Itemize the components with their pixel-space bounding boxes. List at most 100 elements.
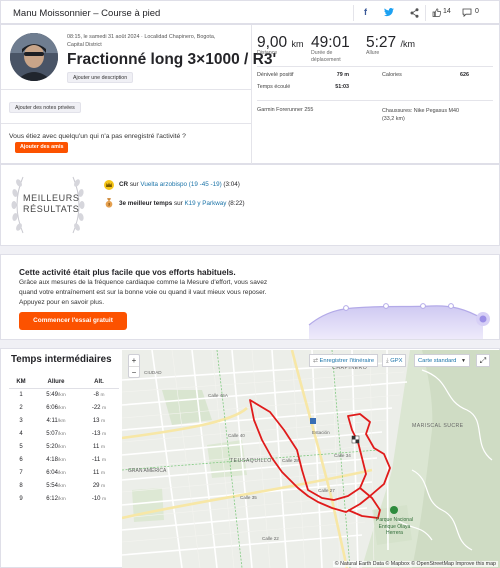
map-label: Calle 35 (240, 495, 257, 500)
splits-title: Temps intermédiaires (11, 354, 112, 365)
split-row: 7 6:04/km 11 m (9, 466, 119, 479)
activity-date-location: 08:15, le samedi 31 août 2024 · Localida… (67, 34, 216, 40)
divider (251, 25, 252, 164)
segment-link[interactable]: Vuelta arzobispo (19 -45 -19) (140, 181, 221, 188)
gpx-button[interactable]: ⤓ GPX (382, 354, 407, 367)
split-elevation: -22 m (91, 404, 107, 411)
distance-unit: km (291, 39, 304, 49)
split-km: 6 (19, 456, 23, 463)
route-icon: ⇄ (313, 358, 318, 364)
map-label: Calle 28 (282, 458, 299, 463)
divider (257, 66, 493, 67)
facebook-icon[interactable]: f (364, 7, 367, 17)
zoom-in-button[interactable]: + (129, 355, 139, 367)
add-private-notes-button[interactable]: Ajouter des notes privées (9, 102, 81, 113)
map-label: MARISCAL SUCRE (412, 423, 464, 429)
split-pace: 6:06/km (46, 404, 66, 411)
page-title: Manu Moissonnier – Course à pied (13, 8, 161, 19)
map-label: Estación (312, 430, 330, 435)
best-result-row: CR sur Vuelta arzobispo (19 -45 -19) (3:… (119, 181, 240, 188)
map-label: Calle 45A (208, 393, 228, 398)
map-label: Calle 34 (334, 453, 351, 458)
divider (257, 100, 493, 101)
pace-column-header: Allure (33, 379, 79, 389)
zoom-out-button[interactable]: − (129, 367, 139, 378)
split-pace: 5:49/km (46, 391, 66, 398)
map-label: TEUSAQUILLO (230, 458, 272, 464)
map-label: CIUDAD (144, 370, 162, 375)
distance-label: Distance (257, 50, 278, 56)
start-free-trial-button[interactable]: Commencer l'essai gratuit (19, 312, 127, 330)
effort-chart (308, 303, 490, 339)
activity-meta: 08:15, le samedi 31 août 2024 · Localida… (67, 33, 247, 49)
add-friends-button[interactable]: Ajouter des amis (15, 142, 69, 153)
map-canvas[interactable] (122, 350, 500, 568)
split-row: 9 6:12/km -10 m (9, 492, 119, 505)
invite-text: Vous étiez avec quelqu'un qui n'a pas en… (9, 133, 186, 140)
map-style-label: Carte standard (418, 358, 457, 364)
pace-value: 5:27 (366, 34, 397, 51)
zoom-controls: + − (128, 354, 140, 378)
elevation-label: Dénivelé positif (257, 72, 294, 78)
device-name: Garmin Forerunner 255 (257, 107, 314, 113)
elevation-value: 79 m (336, 72, 349, 78)
avatar[interactable] (10, 33, 58, 81)
pace-label: Allure (366, 50, 380, 56)
park-label: Parque Nacional Enrique Olaya Herrera (376, 517, 413, 536)
split-elevation: 11 m (93, 469, 105, 476)
calories-label: Calories (382, 72, 402, 78)
split-pace: 6:04/km (46, 469, 66, 476)
kudos-icon[interactable] (432, 8, 441, 17)
split-km: 7 (19, 469, 23, 476)
divider (353, 5, 354, 21)
split-row: 8 5:54/km 29 m (9, 479, 119, 492)
split-km: 2 (19, 404, 23, 411)
split-pace: 5:54/km (46, 482, 66, 489)
split-pace: 4:18/km (46, 456, 66, 463)
park-marker (390, 506, 398, 514)
activity-header: Manu Moissonnier – Course à pied f 14 0 (0, 0, 500, 24)
segment-link[interactable]: K19 y Parkway (184, 200, 226, 207)
km-column-header: KM (9, 379, 33, 389)
best-result-row: 3e meilleur temps sur K19 y Parkway (8:2… (119, 200, 245, 207)
elapsed-value: 51:03 (335, 84, 349, 90)
split-row: 3 4:11/km 13 m (9, 414, 119, 427)
upsell-body: Grâce aux mesures de la fréquence cardia… (19, 279, 268, 306)
splits-table: KM Allure Alt. 1 5:49/km -8 m 2 6:06/km -22 m… (9, 379, 119, 505)
chevron-down-icon: ▼ (461, 358, 466, 364)
calories-value: 626 (460, 72, 469, 78)
shoes-model: Chaussures: Nike Pegasus M40 (382, 108, 460, 114)
split-pace: 6:12/km (46, 495, 66, 502)
gpx-label: GPX (390, 358, 403, 364)
comments-count: 0 (475, 8, 479, 15)
distance-value: 9,00 (257, 34, 288, 51)
split-km: 5 (19, 443, 23, 450)
alt-column-header: Alt. (79, 379, 119, 389)
route-map[interactable]: CIUDAD CHAPINERO MARISCAL SUCRE TEUSAQUI… (122, 350, 500, 568)
bronze-medal-icon: 3 (105, 198, 113, 208)
map-label: GRAN AMÉRICA (128, 468, 167, 474)
activity-summary: 08:15, le samedi 31 août 2024 · Localida… (0, 24, 500, 164)
activity-title: Fractionné long 3×1000 / R3' (67, 51, 277, 68)
split-km: 9 (19, 495, 23, 502)
map-label: Calle 22 (262, 536, 279, 541)
splits-rows: 1 5:49/km -8 m 2 6:06/km -22 m 3 4:11/km 13 m 4 5:… (9, 388, 119, 505)
divider (425, 5, 426, 21)
map-style-select[interactable]: Carte standard ▼ (414, 354, 470, 367)
map-label: Calle 40 (228, 433, 245, 438)
split-row: 5 5:20/km 11 m (9, 440, 119, 453)
twitter-icon[interactable] (384, 8, 394, 17)
split-elevation: 11 m (93, 443, 105, 450)
comment-icon[interactable] (462, 8, 472, 17)
fullscreen-icon[interactable]: ⤢ (476, 354, 490, 367)
split-elevation: -11 m (92, 456, 106, 463)
add-description-button[interactable]: Ajouter une description (67, 72, 134, 83)
divider (1, 123, 251, 124)
map-attribution[interactable]: © Natural Earth Data © Mapbox © OpenStre… (332, 561, 498, 567)
splits-section: Temps intermédiaires KM Allure Alt. 1 5:4… (0, 348, 500, 568)
moving-time-label: Durée de déplacement (311, 50, 341, 63)
save-route-button[interactable]: ⇄ Enregistrer l'itinéraire (309, 354, 379, 367)
split-km: 1 (19, 391, 23, 398)
split-row: 4 5:07/km -13 m (9, 427, 119, 440)
share-icon[interactable] (410, 8, 419, 18)
